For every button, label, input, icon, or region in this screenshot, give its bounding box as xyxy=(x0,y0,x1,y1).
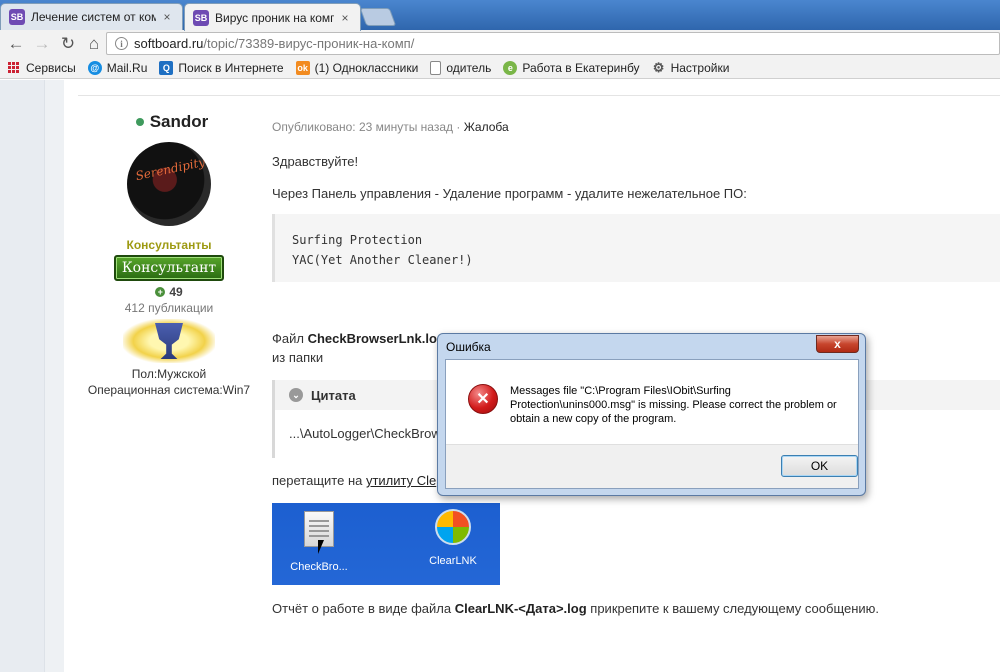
online-status-icon xyxy=(135,118,144,126)
clearlnk-icon xyxy=(435,509,471,545)
post-file-line: Файл CheckBrowserLnk.lo xyxy=(272,331,437,346)
left-rail xyxy=(0,80,45,672)
address-bar[interactable]: i softboard.ru/topic/73389-вирус-проник-… xyxy=(106,32,1000,55)
new-tab-button[interactable] xyxy=(359,8,397,26)
mouse-cursor-icon xyxy=(318,540,324,554)
post-drag-line: перетащите на утилиту Cle xyxy=(272,473,437,488)
apps-grid-icon xyxy=(8,61,20,74)
bookmark-roditel[interactable]: одитель xyxy=(430,60,491,75)
file-name: CheckBrowserLnk.lo xyxy=(307,331,437,346)
avatar[interactable]: Serendipity xyxy=(127,142,211,226)
tab-close-icon[interactable]: × xyxy=(338,11,352,25)
author-name[interactable]: Sandor xyxy=(70,112,274,132)
author-gender: Пол:Мужской xyxy=(131,367,207,381)
report-link[interactable]: Жалоба xyxy=(464,120,509,134)
error-icon: ✕ xyxy=(468,384,498,414)
post-meta: Опубликовано: 23 минуты назад · Жалоба xyxy=(272,120,509,134)
page-info-icon[interactable]: i xyxy=(115,37,128,50)
url-host: softboard.ru xyxy=(134,36,204,51)
tab-title: Вирус проник на комп - xyxy=(215,10,334,25)
post-report-line: Отчёт о работе в виде файла ClearLNK-<Да… xyxy=(272,601,880,616)
divider xyxy=(78,95,1000,96)
tab-virus[interactable]: SB Вирус проник на комп - × xyxy=(184,3,361,31)
reputation: + 49 xyxy=(64,285,274,299)
chevron-down-icon: ⌄ xyxy=(289,388,303,402)
tab-strip: SB Лечение систем от комп × SB Вирус про… xyxy=(0,0,1000,31)
code-line: Surfing Protection xyxy=(292,233,423,247)
bookmarks-bar: Сервисы @ Mail.Ru Q Поиск в Интернете ok… xyxy=(0,57,1000,79)
page-icon xyxy=(430,60,442,75)
post-greeting: Здравствуйте! xyxy=(272,154,359,169)
meta-separator: · xyxy=(456,120,461,134)
published-time: Опубликовано: 23 минуты назад xyxy=(272,120,454,134)
bookmark-odnoklassniki[interactable]: ok (1) Одноклассники xyxy=(295,60,418,75)
dialog-footer: OK xyxy=(446,444,858,488)
bookmark-rabota[interactable]: e Работа в Екатеринбу xyxy=(503,60,640,75)
browser-toolbar: ← → ↻ ⌂ i softboard.ru/topic/73389-вирус… xyxy=(0,30,1000,57)
desktop-screenshot: CheckBro... ClearLNK xyxy=(272,503,500,585)
rank-badge: Консультант xyxy=(114,255,224,281)
error-dialog: Ошибка x ✕ Messages file "C:\Program Fil… xyxy=(437,333,866,496)
report-file-name: ClearLNK-<Дата>.log xyxy=(454,601,587,616)
forward-arrow-icon[interactable]: → xyxy=(29,32,55,56)
softboard-favicon-icon: SB xyxy=(193,9,209,26)
quote-title: Цитата xyxy=(311,387,356,403)
bookmark-mailru[interactable]: @ Mail.Ru xyxy=(87,60,147,75)
desktop-icon-clearlnk: ClearLNK xyxy=(418,509,488,567)
tab-close-icon[interactable]: × xyxy=(160,10,174,24)
dialog-title: Ошибка xyxy=(446,340,491,354)
author-os: Операционная система:Win7 xyxy=(87,383,251,397)
code-line: YAC(Yet Another Cleaner!) xyxy=(292,253,473,267)
reload-icon[interactable]: ↻ xyxy=(55,32,81,56)
avatar-text: Serendipity xyxy=(134,154,207,184)
user-group: Консультанты xyxy=(126,238,212,252)
post-count: 412 публикации xyxy=(124,301,214,315)
url-path: /topic/73389-вирус-проник-на-комп/ xyxy=(203,36,415,51)
ok-button[interactable]: OK xyxy=(781,455,858,477)
bookmark-search[interactable]: Q Поиск в Интернете xyxy=(159,60,284,75)
author-panel: Sandor Serendipity Консультанты Консульт… xyxy=(64,112,274,397)
bookmark-settings[interactable]: ⚙ Настройки xyxy=(652,59,730,75)
dialog-body: ✕ Messages file "C:\Program Files\IObit\… xyxy=(445,359,859,489)
trophy-icon xyxy=(155,323,183,359)
gear-icon: ⚙ xyxy=(652,59,665,75)
back-arrow-icon[interactable]: ← xyxy=(3,32,29,56)
job-icon: e xyxy=(503,60,518,75)
home-icon[interactable]: ⌂ xyxy=(81,32,107,56)
tab-lechenie[interactable]: SB Лечение систем от комп × xyxy=(0,3,183,30)
award-icon xyxy=(123,319,215,363)
post-instruction: Через Панель управления - Удаление прогр… xyxy=(272,186,747,201)
plus-icon: + xyxy=(155,287,166,297)
search-icon: Q xyxy=(159,60,174,75)
mailru-icon: @ xyxy=(87,60,102,75)
code-block: Surfing Protection YAC(Yet Another Clean… xyxy=(272,214,1000,282)
error-message: Messages file "C:\Program Files\IObit\Su… xyxy=(510,385,837,425)
softboard-favicon-icon: SB xyxy=(9,9,25,25)
dialog-close-button[interactable]: x xyxy=(816,335,859,353)
bookmark-services[interactable]: Сервисы xyxy=(8,61,76,75)
tab-title: Лечение систем от комп xyxy=(31,10,156,24)
odnoklassniki-icon: ok xyxy=(295,60,310,75)
utility-link[interactable]: утилиту Cle xyxy=(366,473,436,488)
post-folder-line: из папки xyxy=(272,350,324,365)
